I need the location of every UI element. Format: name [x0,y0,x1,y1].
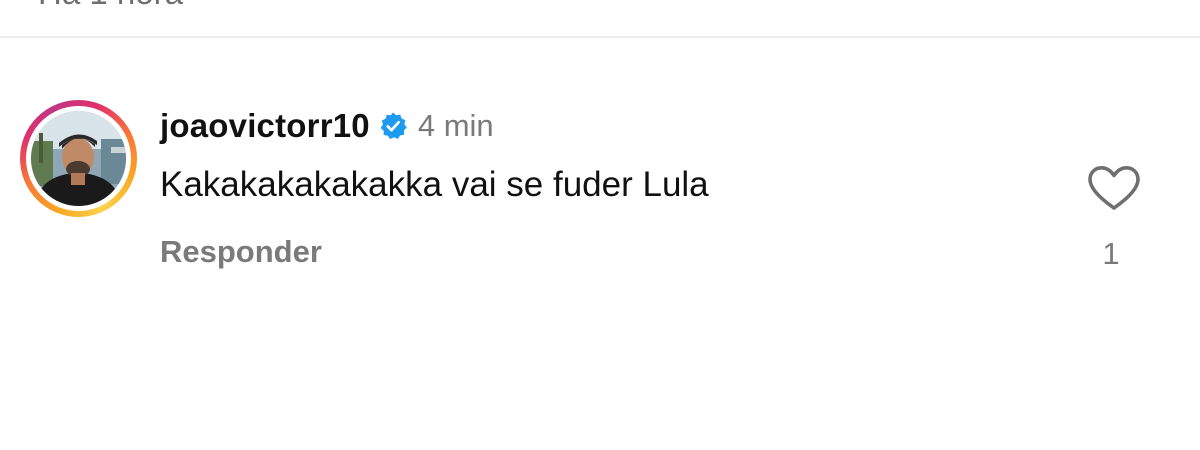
heart-outline-icon[interactable] [1086,165,1142,211]
divider [0,36,1200,38]
like-count: 1 [1102,236,1120,271]
previous-comment-time: Há 1 hora [38,0,183,12]
avatar-photo [31,111,126,206]
reply-button[interactable]: Responder [160,234,322,270]
avatar-story-ring[interactable] [20,100,137,217]
comment-text: Kakakakakakakka vai se fuder Lula [160,165,709,204]
next-comment-stub [40,436,190,450]
comment-timestamp: 4 min [417,108,494,143]
avatar-ring-gap [26,106,131,211]
username-link[interactable]: joaovictorr10 [160,107,370,145]
avatar[interactable] [31,111,126,206]
verified-badge-icon [378,111,408,141]
comment-header: joaovictorr10 4 min [160,104,494,148]
